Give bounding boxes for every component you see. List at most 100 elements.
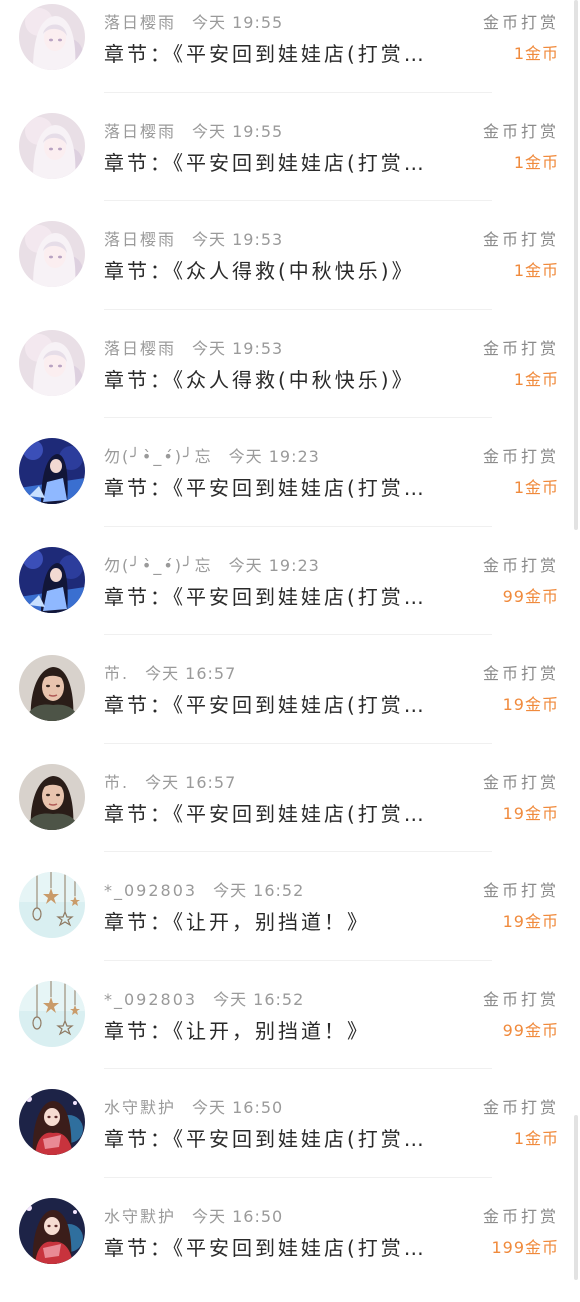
user-info-line: 落日樱雨今天 19:55 — [104, 118, 283, 142]
reward-amount: 99金币 — [503, 583, 559, 607]
reward-record-row[interactable]: 落日樱雨今天 19:53 章节：《众人得救(中秋快乐)》 金币打赏 1金币 — [0, 217, 580, 326]
chapter-title: 章节：《平安回到娃娃店(打赏… — [104, 472, 464, 501]
user-name[interactable]: 勿(╯•̀_•́)╯忘 — [104, 447, 213, 466]
user-name[interactable]: *_092803 — [104, 990, 197, 1009]
reward-time: 今天 19:23 — [229, 447, 320, 466]
user-avatar[interactable] — [19, 547, 85, 613]
reward-type: 金币打赏 — [483, 118, 559, 142]
reward-type: 金币打赏 — [483, 986, 559, 1010]
reward-record-row[interactable]: 水守默护今天 16:50 章节：《平安回到娃娃店(打赏… 金币打赏 1金币 — [0, 1085, 580, 1194]
scrollbar-lower[interactable] — [574, 1115, 578, 1280]
user-avatar[interactable] — [19, 330, 85, 396]
reward-record-row[interactable]: 落日樱雨今天 19:55 章节：《平安回到娃娃店(打赏… 金币打赏 1金币 — [0, 109, 580, 218]
user-avatar[interactable] — [19, 221, 85, 287]
chapter-title: 章节：《让开，别挡道！》 — [104, 1015, 464, 1044]
user-avatar[interactable] — [19, 764, 85, 830]
scrollbar[interactable] — [574, 0, 578, 530]
user-info-line: *_092803 今天 16:52 — [104, 986, 304, 1010]
reward-time: 今天 19:55 — [192, 13, 283, 32]
reward-amount: 99金币 — [503, 1017, 559, 1041]
row-divider — [104, 743, 492, 744]
user-avatar[interactable] — [19, 1089, 85, 1155]
reward-type: 金币打赏 — [483, 877, 559, 901]
user-avatar[interactable] — [19, 4, 85, 70]
chapter-title: 章节：《让开，别挡道！》 — [104, 906, 464, 935]
reward-type: 金币打赏 — [483, 552, 559, 576]
user-info-line: 水守默护今天 16:50 — [104, 1094, 283, 1118]
user-info-line: 勿(╯•̀_•́)╯忘今天 19:23 — [104, 552, 320, 576]
reward-amount: 19金币 — [503, 908, 559, 932]
reward-type: 金币打赏 — [483, 1094, 559, 1118]
reward-type: 金币打赏 — [483, 769, 559, 793]
reward-time: 今天 16:52 — [213, 881, 304, 900]
reward-record-row[interactable]: 芇. 今天 16:57 章节：《平安回到娃娃店(打赏… 金币打赏 19金币 — [0, 760, 580, 869]
user-info-line: 芇. 今天 16:57 — [104, 769, 236, 793]
reward-time: 今天 19:55 — [192, 122, 283, 141]
row-divider — [104, 526, 492, 527]
user-name[interactable]: 水守默护 — [104, 1207, 176, 1226]
user-info-line: 芇.今天 16:57 — [104, 660, 236, 684]
user-name[interactable]: 落日樱雨 — [104, 230, 176, 249]
user-name[interactable]: 落日樱雨 — [104, 339, 176, 358]
reward-type: 金币打赏 — [483, 226, 559, 250]
user-name[interactable]: 落日樱雨 — [104, 122, 176, 141]
user-avatar[interactable] — [19, 1198, 85, 1264]
user-info-line: 勿(╯•̀_•́)╯忘今天 19:23 — [104, 443, 320, 467]
reward-amount: 199金币 — [491, 1234, 559, 1258]
reward-record-row[interactable]: 落日樱雨今天 19:53 章节：《众人得救(中秋快乐)》 金币打赏 1金币 — [0, 326, 580, 435]
row-divider — [104, 309, 492, 310]
user-avatar[interactable] — [19, 872, 85, 938]
user-name[interactable]: 芇. — [104, 773, 129, 792]
chapter-title: 章节：《平安回到娃娃店(打赏… — [104, 689, 464, 718]
user-name[interactable]: 落日樱雨 — [104, 13, 176, 32]
reward-time: 今天 16:52 — [213, 990, 304, 1009]
row-divider — [104, 1177, 492, 1178]
user-avatar[interactable] — [19, 981, 85, 1047]
reward-record-row[interactable]: *_092803 今天 16:52 章节：《让开，别挡道！》 金币打赏 19金币 — [0, 868, 580, 977]
row-divider — [104, 92, 492, 93]
row-divider — [104, 634, 492, 635]
user-info-line: 落日樱雨今天 19:53 — [104, 226, 283, 250]
reward-time: 今天 16:57 — [145, 773, 236, 792]
reward-time: 今天 19:53 — [192, 230, 283, 249]
user-info-line: 落日樱雨今天 19:53 — [104, 335, 283, 359]
reward-record-row[interactable]: 芇.今天 16:57 章节：《平安回到娃娃店(打赏… 金币打赏 19金币 — [0, 651, 580, 760]
reward-amount: 19金币 — [503, 691, 559, 715]
reward-amount: 1金币 — [514, 257, 559, 281]
reward-type: 金币打赏 — [483, 9, 559, 33]
reward-type: 金币打赏 — [483, 335, 559, 359]
user-info-line: 水守默护今天 16:50 — [104, 1203, 283, 1227]
row-divider — [104, 960, 492, 961]
user-avatar[interactable] — [19, 113, 85, 179]
reward-time: 今天 16:50 — [192, 1098, 283, 1117]
reward-type: 金币打赏 — [483, 443, 559, 467]
chapter-title: 章节：《平安回到娃娃店(打赏… — [104, 1123, 464, 1152]
reward-amount: 1金币 — [514, 40, 559, 64]
reward-record-list: 落日樱雨今天 19:55 章节：《平安回到娃娃店(打赏… 金币打赏 1金币 落日… — [0, 0, 580, 1302]
reward-time: 今天 19:53 — [192, 339, 283, 358]
chapter-title: 章节：《平安回到娃娃店(打赏… — [104, 147, 464, 176]
reward-record-row[interactable]: 勿(╯•̀_•́)╯忘今天 19:23 章节：《平安回到娃娃店(打赏… 金币打赏… — [0, 543, 580, 652]
user-name[interactable]: 水守默护 — [104, 1098, 176, 1117]
chapter-title: 章节：《平安回到娃娃店(打赏… — [104, 798, 464, 827]
reward-amount: 1金币 — [514, 366, 559, 390]
reward-record-row[interactable]: 落日樱雨今天 19:55 章节：《平安回到娃娃店(打赏… 金币打赏 1金币 — [0, 0, 580, 109]
reward-amount: 1金币 — [514, 149, 559, 173]
reward-record-row[interactable]: 勿(╯•̀_•́)╯忘今天 19:23 章节：《平安回到娃娃店(打赏… 金币打赏… — [0, 434, 580, 543]
user-name[interactable]: *_092803 — [104, 881, 197, 900]
reward-amount: 1金币 — [514, 474, 559, 498]
row-divider — [104, 851, 492, 852]
chapter-title: 章节：《众人得救(中秋快乐)》 — [104, 364, 464, 393]
user-avatar[interactable] — [19, 655, 85, 721]
reward-amount: 1金币 — [514, 1125, 559, 1149]
chapter-title: 章节：《平安回到娃娃店(打赏… — [104, 581, 464, 610]
reward-type: 金币打赏 — [483, 1203, 559, 1227]
row-divider — [104, 1068, 492, 1069]
user-avatar[interactable] — [19, 438, 85, 504]
user-name[interactable]: 勿(╯•̀_•́)╯忘 — [104, 556, 213, 575]
chapter-title: 章节：《平安回到娃娃店(打赏… — [104, 38, 464, 67]
reward-amount: 19金币 — [503, 800, 559, 824]
reward-record-row[interactable]: 水守默护今天 16:50 章节：《平安回到娃娃店(打赏… 金币打赏 199金币 — [0, 1194, 580, 1302]
reward-record-row[interactable]: *_092803 今天 16:52 章节：《让开，别挡道！》 金币打赏 99金币 — [0, 977, 580, 1086]
user-name[interactable]: 芇. — [104, 664, 129, 683]
